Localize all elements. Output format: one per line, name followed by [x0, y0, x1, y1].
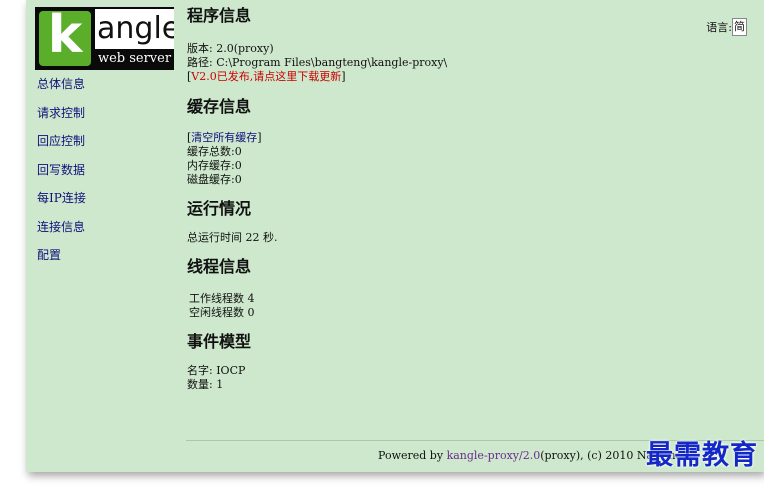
- clear-cache: [清空所有缓存]: [187, 131, 262, 144]
- logo-subtitle: web server: [97, 51, 172, 66]
- program-version: 版本: 2.0(proxy): [187, 42, 274, 55]
- nav-item-config[interactable]: 配置: [37, 247, 86, 276]
- kangle-logo[interactable]: k angle web server: [35, 7, 174, 70]
- cache-memory: 内存缓存:0: [187, 159, 242, 172]
- sidebar-nav: 总体信息 请求控制 回应控制 回写数据 每IP连接 连接信息 配置: [37, 76, 86, 276]
- program-path: 路径: C:\Program Files\bangteng\kangle-pro…: [187, 56, 448, 69]
- nav-item-overview[interactable]: 总体信息: [37, 76, 86, 105]
- working-threads: 工作线程数 4: [189, 292, 255, 305]
- cache-info-title: 缓存信息: [187, 97, 252, 116]
- cache-total: 缓存总数:0: [187, 145, 242, 158]
- uptime: 总运行时间 22 秒.: [187, 231, 278, 244]
- nav-item-connections[interactable]: 连接信息: [37, 219, 86, 248]
- product-link[interactable]: kangle-proxy/: [447, 449, 523, 462]
- nav-item-request-control[interactable]: 请求控制: [37, 105, 86, 134]
- logo-word: angle: [95, 9, 174, 49]
- update-link[interactable]: V2.0已发布,请点这里下载更新: [191, 70, 341, 83]
- clear-cache-link[interactable]: 清空所有缓存: [191, 131, 257, 144]
- language-label: 语言:: [706, 21, 732, 34]
- program-info-title: 程序信息: [187, 6, 252, 25]
- version-link[interactable]: 2.0: [523, 449, 541, 462]
- event-name: 名字: IOCP: [187, 364, 246, 377]
- language-select[interactable]: 简: [732, 18, 747, 36]
- language-selector: 语言: 简: [706, 18, 747, 36]
- content-panel: k angle web server 总体信息 请求控制 回应控制 回写数据 每…: [26, 0, 764, 472]
- cache-disk: 磁盘缓存:0: [187, 173, 242, 186]
- main-content: 语言: 简 程序信息 版本: 2.0(proxy) 路径: C:\Program…: [187, 6, 747, 392]
- thread-info-title: 线程信息: [187, 257, 252, 276]
- watermark: 最需教育: [646, 440, 758, 471]
- nav-item-per-ip[interactable]: 每IP连接: [37, 190, 86, 219]
- update-notice: [V2.0已发布,请点这里下载更新]: [187, 70, 346, 83]
- runtime-title: 运行情况: [187, 199, 252, 218]
- nav-item-write-back[interactable]: 回写数据: [37, 162, 86, 191]
- event-count: 数量: 1: [187, 378, 224, 391]
- idle-threads: 空闲线程数 0: [189, 306, 255, 319]
- logo-letter: k: [47, 7, 83, 65]
- nav-item-response-control[interactable]: 回应控制: [37, 133, 86, 162]
- event-model-title: 事件模型: [187, 332, 252, 351]
